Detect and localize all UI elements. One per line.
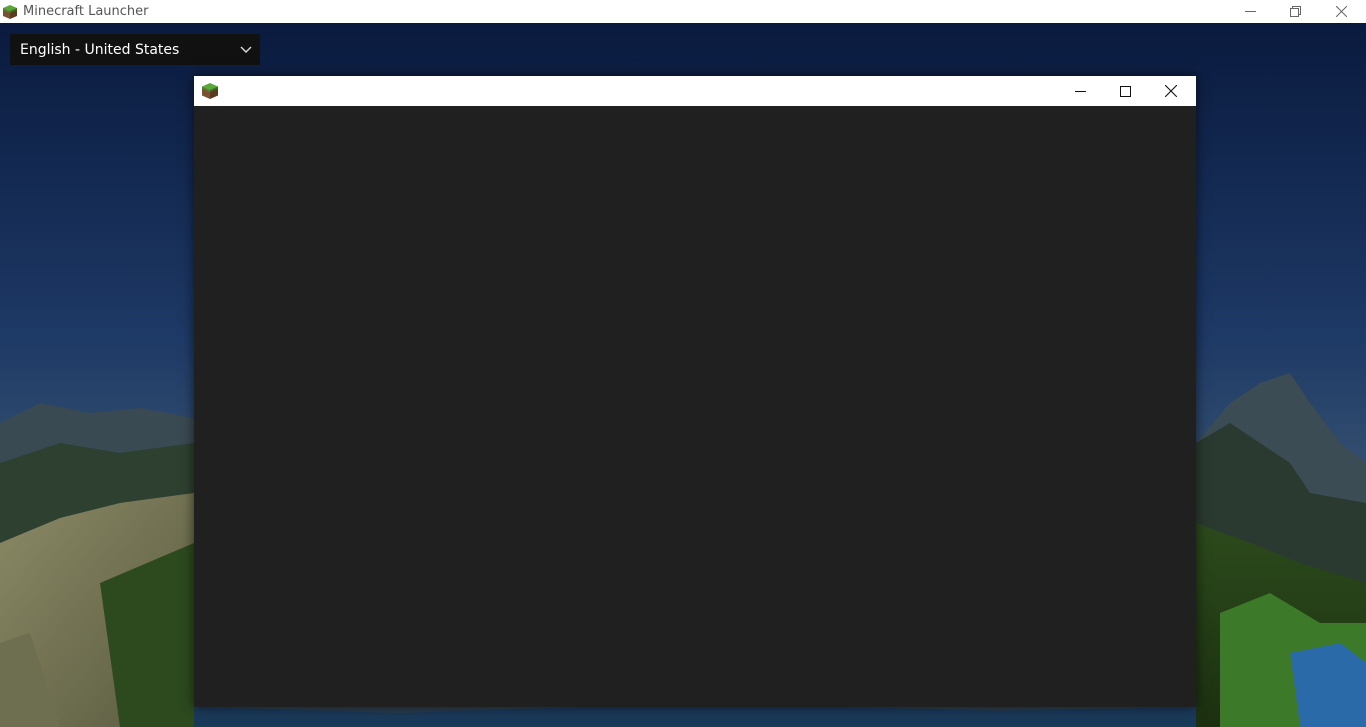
restore-button[interactable] — [1272, 0, 1318, 23]
maximize-icon — [1119, 85, 1131, 97]
minimize-icon — [1244, 11, 1256, 12]
minecraft-grass-block-icon — [202, 83, 218, 99]
minimize-icon — [1074, 90, 1086, 92]
window-title: Minecraft Launcher — [23, 4, 149, 19]
minecraft-grass-block-icon — [3, 4, 17, 19]
close-button[interactable] — [1318, 0, 1364, 23]
chevron-down-icon — [240, 46, 252, 53]
dialog-content-area — [194, 106, 1196, 707]
dialog-titlebar — [194, 76, 1196, 106]
dialog-minimize-button[interactable] — [1057, 76, 1103, 106]
launcher-titlebar: Minecraft Launcher — [0, 0, 1366, 23]
close-icon — [1165, 85, 1177, 97]
close-icon — [1335, 6, 1347, 17]
dialog-maximize-button[interactable] — [1102, 76, 1148, 106]
language-dropdown-value: English - United States — [20, 41, 180, 58]
dialog-window — [194, 76, 1196, 707]
screen: Minecraft Launcher English - United Stat… — [0, 0, 1366, 727]
language-dropdown[interactable]: English - United States — [10, 34, 260, 65]
minimize-button[interactable] — [1227, 0, 1273, 23]
dialog-close-button[interactable] — [1148, 76, 1194, 106]
restore-icon — [1289, 6, 1301, 17]
